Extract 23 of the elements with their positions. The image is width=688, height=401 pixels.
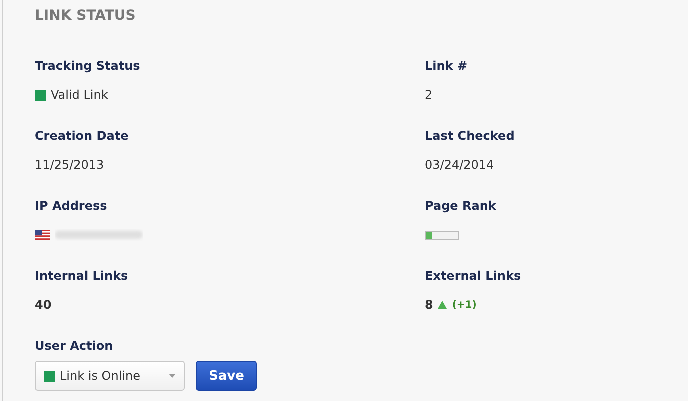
field-label: IP Address xyxy=(35,199,108,215)
save-button[interactable]: Save xyxy=(196,361,258,391)
blurred-address-icon xyxy=(55,229,143,241)
section-title: LINK STATUS xyxy=(35,7,137,26)
field-label: External Links xyxy=(425,269,522,285)
field-value: 03/24/2014 xyxy=(425,158,494,172)
field-label: Last Checked xyxy=(425,129,516,145)
count-value: 40 xyxy=(35,298,52,312)
field-label: Page Rank xyxy=(425,199,498,215)
status-text: Valid Link xyxy=(51,88,108,102)
field-value: 2 xyxy=(425,88,433,102)
field-label: User Action xyxy=(35,339,114,355)
caret-icon xyxy=(169,374,176,378)
field-label: Creation Date xyxy=(35,129,130,145)
action-select[interactable]: Link is Online xyxy=(35,361,185,391)
field-label: Tracking Status xyxy=(35,59,142,75)
flag-icon xyxy=(35,230,50,240)
field-value: 11/25/2013 xyxy=(35,158,104,172)
count-value: 8 xyxy=(425,298,434,312)
field-label: Link # xyxy=(425,59,469,75)
field-label: Internal Links xyxy=(35,269,130,285)
change-value: (+1) xyxy=(452,300,477,310)
trend-up-icon xyxy=(438,301,448,309)
